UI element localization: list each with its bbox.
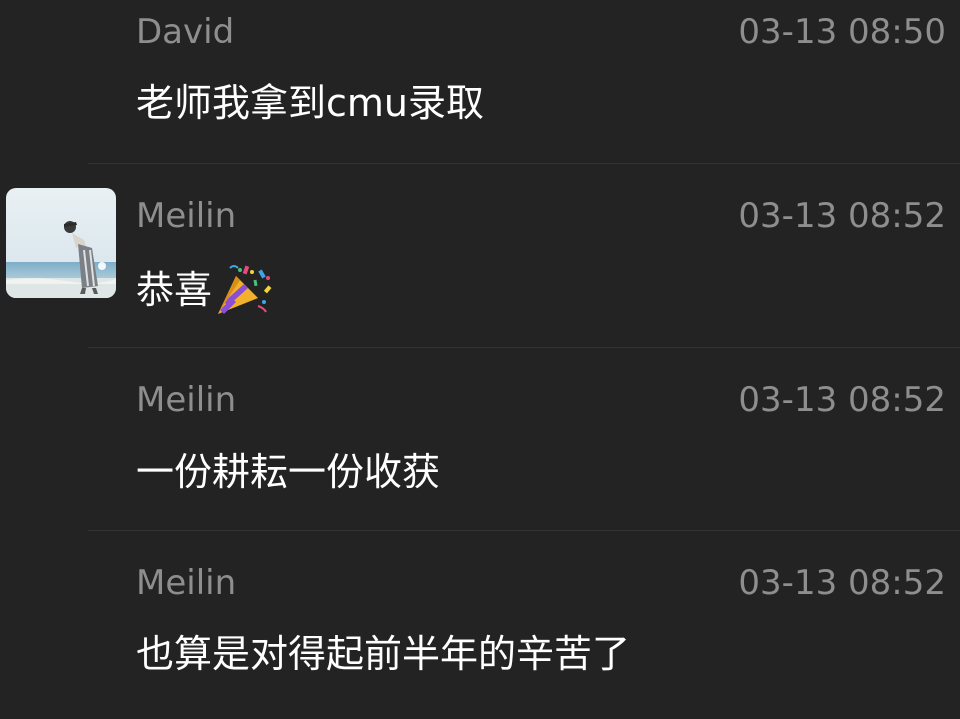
party-popper-emoji-icon (218, 265, 272, 314)
sender-name[interactable]: David (136, 12, 234, 52)
message-text: 老师我拿到cmu录取 (136, 81, 484, 125)
message-timestamp: 03-13 08:52 (738, 380, 946, 420)
message-timestamp: 03-13 08:52 (738, 196, 946, 236)
message-timestamp: 03-13 08:50 (738, 12, 946, 52)
sender-name[interactable]: Meilin (136, 563, 236, 603)
message-timestamp: 03-13 08:52 (738, 563, 946, 603)
message-text: 一份耕耘一份收获 (136, 450, 441, 494)
message-divider (88, 163, 960, 164)
message-divider (88, 530, 960, 531)
sender-name[interactable]: Meilin (136, 196, 236, 236)
chat-message-list: David 03-13 08:50 老师我拿到cmu录取 Meilin 03-1… (0, 0, 960, 719)
beach-photo-avatar-icon (6, 188, 116, 298)
avatar[interactable] (6, 188, 116, 298)
sender-name[interactable]: Meilin (136, 380, 236, 420)
message-text: 也算是对得起前半年的辛苦了 (136, 632, 631, 676)
message-text: 恭喜 (136, 268, 213, 312)
message-divider (88, 347, 960, 348)
message-text-row: 恭喜 (136, 262, 274, 318)
